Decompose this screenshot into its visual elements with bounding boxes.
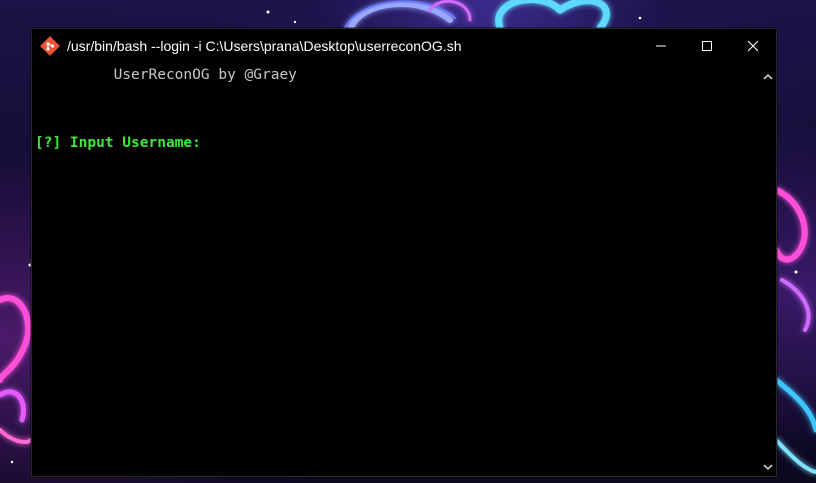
terminal-window: /usr/bin/bash --login -i C:\Users\prana\… [31, 28, 777, 477]
terminal-output[interactable]: UserReconOG by @Graey [?] Input Username… [32, 63, 759, 476]
maximize-icon [701, 40, 713, 52]
minimize-icon [655, 40, 667, 52]
window-title: /usr/bin/bash --login -i C:\Users\prana\… [67, 38, 462, 54]
maximize-button[interactable] [684, 29, 730, 63]
title-bar[interactable]: /usr/bin/bash --login -i C:\Users\prana\… [32, 29, 776, 63]
chevron-up-icon [762, 66, 773, 85]
git-bash-icon[interactable] [40, 36, 60, 56]
banner-line: UserReconOG by @Graey [35, 67, 297, 84]
vertical-scrollbar[interactable] [759, 63, 776, 476]
minimize-button[interactable] [638, 29, 684, 63]
banner-indent [35, 67, 114, 83]
username-prompt: [?] Input Username: [35, 135, 201, 151]
close-icon [747, 40, 759, 52]
scroll-up-button[interactable] [759, 67, 776, 84]
scroll-down-button[interactable] [759, 457, 776, 474]
banner-text: UserReconOG by @Graey [113, 67, 297, 83]
chevron-down-icon [762, 456, 773, 475]
close-button[interactable] [730, 29, 776, 63]
window-controls [638, 29, 776, 63]
